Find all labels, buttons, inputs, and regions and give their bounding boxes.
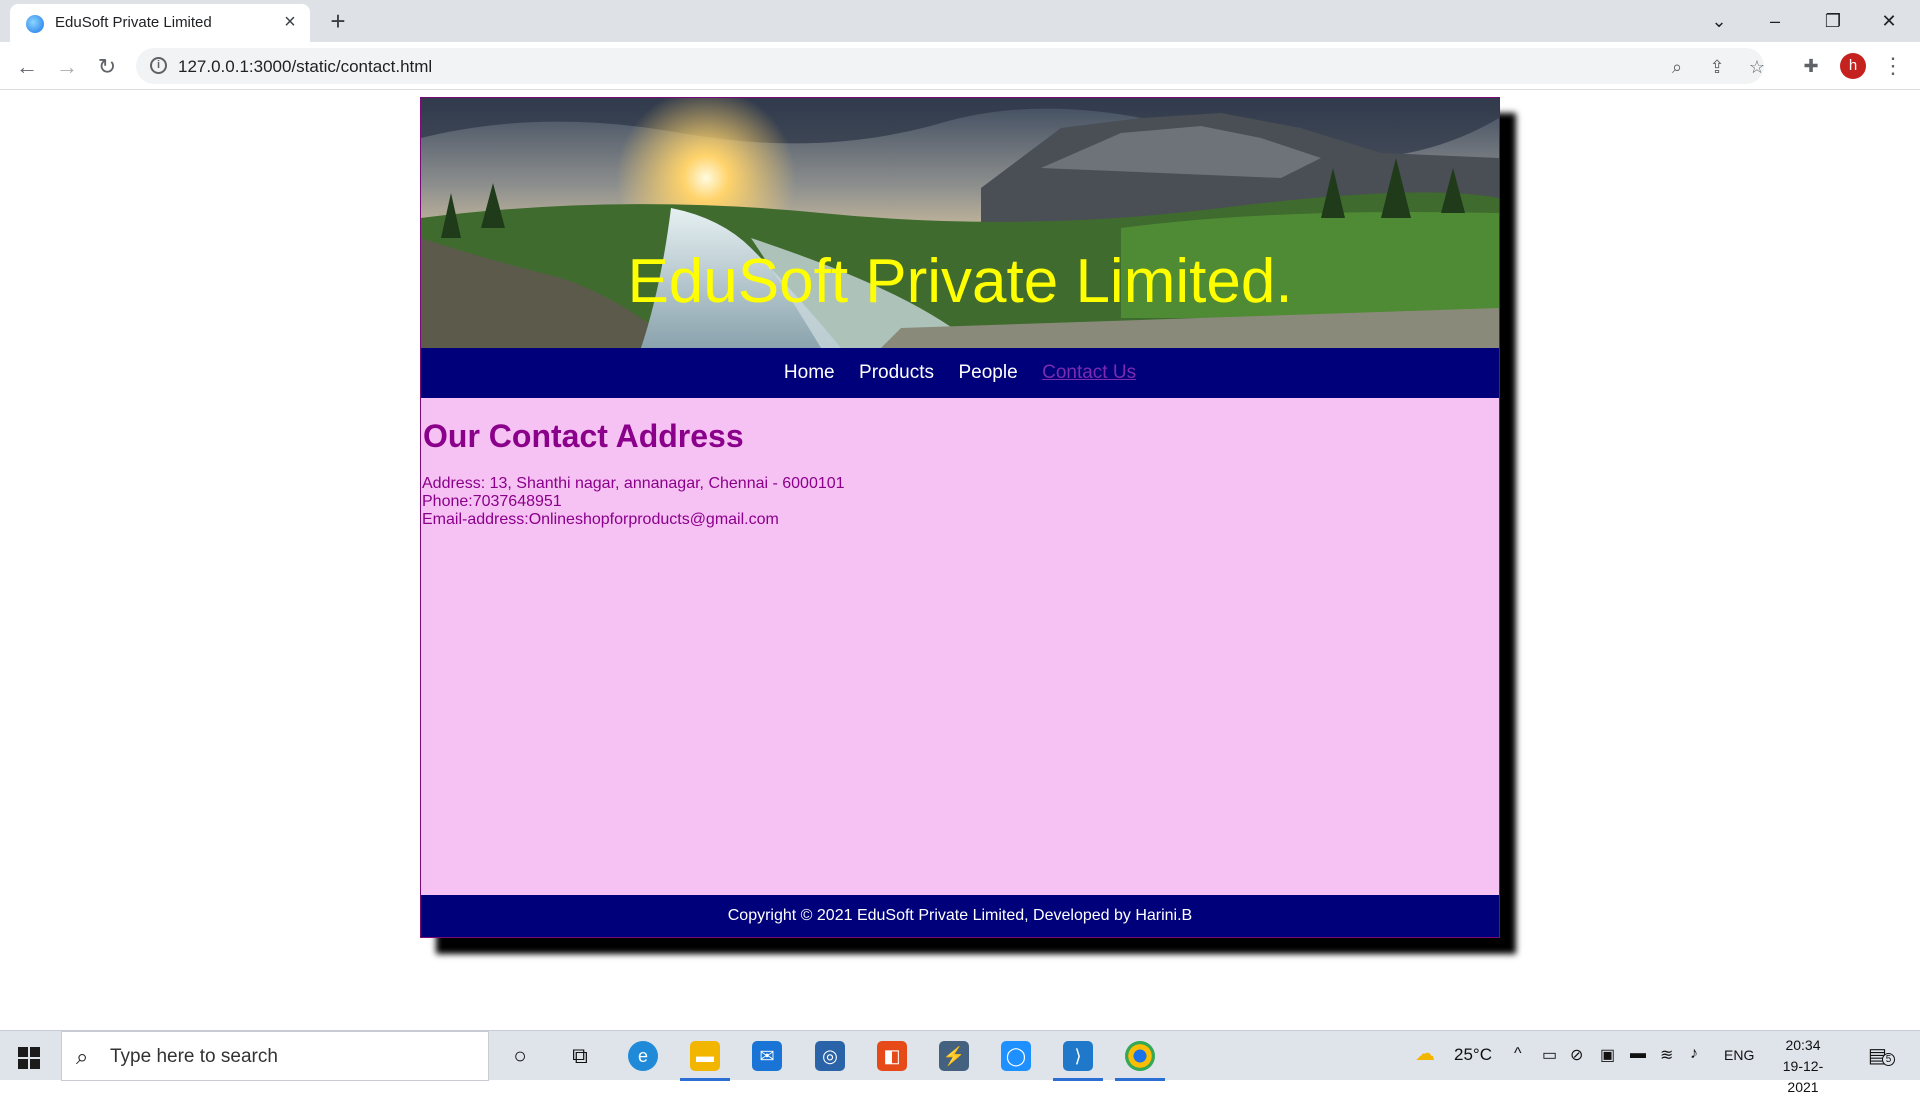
address-text: Address: 13, Shanthi nagar, annanagar, C… [422, 475, 845, 492]
restore-button[interactable]: ❐ [1810, 6, 1856, 36]
nav-products[interactable]: Products [859, 348, 934, 398]
site-title: EduSoft Private Limited. [627, 247, 1293, 316]
search-icon: ⌕ [76, 1044, 89, 1069]
vscode-icon[interactable]: ⟩ [1063, 1041, 1093, 1071]
cortana-icon[interactable]: ○ [505, 1041, 535, 1071]
windows-taskbar: ⌕ Type here to search ○ ⧉ e ▬ ✉ ◎ ◧ ⚡ ◯ … [0, 1030, 1920, 1095]
show-hidden-icons-icon[interactable]: ^ [1514, 1045, 1522, 1063]
meet-now-icon[interactable]: ▭ [1542, 1045, 1557, 1065]
browser-menu-icon[interactable]: ⋮ [1882, 53, 1904, 79]
temperature-text[interactable]: 25°C [1454, 1045, 1492, 1065]
windows-start-icon[interactable] [18, 1047, 40, 1069]
task-view-icon[interactable]: ⧉ [565, 1041, 595, 1071]
page-container: EduSoft Private Limited. Home Products P… [420, 97, 1500, 938]
zoom-icon[interactable]: ⌕ [1666, 56, 1688, 78]
language-indicator[interactable]: ENG [1724, 1047, 1754, 1063]
notification-count: 5 [1882, 1053, 1895, 1066]
page-footer: Copyright © 2021 EduSoft Private Limited… [421, 895, 1499, 937]
taskbar-search-box[interactable]: ⌕ Type here to search [61, 1031, 489, 1081]
display-icon[interactable]: ▣ [1600, 1045, 1615, 1065]
url-text[interactable]: 127.0.0.1:3000/static/contact.html [178, 57, 432, 77]
profile-avatar[interactable]: h [1840, 53, 1866, 79]
tab-search-icon[interactable]: ⌄ [1696, 6, 1742, 36]
nav-contact-us[interactable]: Contact Us [1042, 348, 1136, 398]
email-text: Email-address:Onlineshopforproducts@gmai… [422, 511, 779, 528]
back-button[interactable]: ← [11, 51, 43, 83]
clock-time: 20:34 [1785, 1037, 1821, 1053]
site-info-icon[interactable]: i [150, 57, 167, 74]
close-window-button[interactable]: ✕ [1866, 6, 1912, 36]
file-explorer-icon[interactable]: ▬ [690, 1041, 720, 1071]
weather-icon[interactable]: ☁ [1415, 1041, 1435, 1066]
edge-icon[interactable]: e [628, 1041, 658, 1071]
mail-icon[interactable]: ✉ [752, 1041, 782, 1071]
share-icon[interactable]: ⇪ [1706, 56, 1728, 78]
system-clock[interactable]: 20:34 19-12-2021 [1768, 1035, 1838, 1098]
wifi-icon[interactable]: ≋ [1660, 1045, 1673, 1065]
address-bar[interactable]: i 127.0.0.1:3000/static/contact.html ⌕ ⇪… [136, 48, 1765, 84]
page-heading: Our Contact Address [423, 418, 744, 454]
mysql-workbench-icon[interactable]: ⚡ [939, 1041, 969, 1071]
volume-icon[interactable]: ♪ [1690, 1045, 1698, 1063]
clock-date: 19-12-2021 [1782, 1058, 1824, 1095]
browser-toolbar: ← → ↻ i 127.0.0.1:3000/static/contact.ht… [0, 42, 1920, 90]
dell-icon[interactable]: ◎ [815, 1041, 845, 1071]
tab-title: EduSoft Private Limited [55, 14, 212, 31]
notification-center-icon[interactable]: ▤ 5 [1868, 1043, 1895, 1067]
browser-tab-strip: EduSoft Private Limited × + ⌄ – ❐ ✕ [0, 0, 1920, 42]
new-tab-button[interactable]: + [325, 8, 351, 34]
bookmark-star-icon[interactable]: ☆ [1746, 56, 1768, 78]
battery-icon[interactable]: ▬ [1630, 1045, 1646, 1063]
forward-button[interactable]: → [51, 51, 83, 83]
contact-content: Our Contact Address Address: 13, Shanthi… [421, 398, 1499, 895]
minimize-button[interactable]: – [1752, 6, 1798, 36]
close-tab-icon[interactable]: × [280, 12, 300, 32]
app-icon[interactable]: ◯ [1001, 1041, 1031, 1071]
browser-tab[interactable]: EduSoft Private Limited × [10, 4, 310, 42]
nav-people[interactable]: People [958, 348, 1017, 398]
office-icon[interactable]: ◧ [877, 1041, 907, 1071]
chrome-icon[interactable] [1125, 1041, 1155, 1071]
globe-icon [26, 15, 44, 33]
search-placeholder: Type here to search [110, 1046, 278, 1067]
header-banner: EduSoft Private Limited. [421, 98, 1499, 348]
reload-button[interactable]: ↻ [91, 51, 123, 83]
main-navigation: Home Products People Contact Us [421, 348, 1499, 398]
phone-text: Phone:7037648951 [422, 493, 562, 510]
security-icon[interactable]: ⊘ [1570, 1045, 1583, 1065]
nav-home[interactable]: Home [784, 348, 835, 398]
extensions-puzzle-icon[interactable]: ✚ [1800, 55, 1822, 77]
